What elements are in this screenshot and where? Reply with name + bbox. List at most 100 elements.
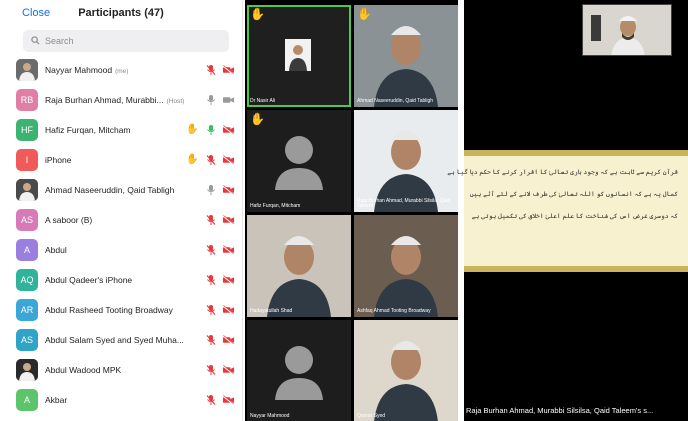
video-off-icon[interactable]	[222, 273, 235, 286]
video-off-icon[interactable]	[222, 183, 235, 196]
mic-icon[interactable]	[204, 183, 217, 196]
participant-row[interactable]: AR Abdul Rasheed Tooting Broadway	[0, 296, 242, 326]
tile-name-label: Hadayatullah Shad	[250, 308, 293, 315]
participant-status-icons: ✋	[186, 123, 235, 136]
tile-name-label: Raja Burhan Ahmad, Murabbi Silsila, Qaid…	[357, 197, 451, 210]
video-off-icon[interactable]	[222, 333, 235, 346]
tile-name-label: Ashfaq Ahmad Tooting Broadway	[357, 308, 431, 315]
search-bar[interactable]	[23, 30, 229, 52]
video-tile[interactable]: Hadayatullah Shad	[247, 215, 351, 317]
participant-name: Raja Burhan Ahmad, Murabbi... (Host)	[45, 95, 193, 105]
participant-name-text: Abdul Rasheed Tooting Broadway	[45, 305, 173, 315]
participants-panel: Close Participants (47) Nayyar Mahmood(m…	[0, 0, 243, 421]
mic-icon[interactable]	[204, 123, 217, 136]
participant-name-text: Akbar	[45, 395, 68, 405]
participant-name: A saboor (B)	[45, 215, 193, 225]
mic-muted-icon[interactable]	[204, 273, 217, 286]
mic-muted-icon[interactable]	[204, 213, 217, 226]
avatar: AQ	[16, 269, 38, 291]
video-off-icon[interactable]	[222, 213, 235, 226]
participant-name: Abdul Rasheed Tooting Broadway	[45, 305, 193, 315]
mic-muted-icon[interactable]	[204, 243, 217, 256]
participant-name: iPhone	[45, 155, 193, 165]
avatar: A	[16, 389, 38, 411]
participant-row[interactable]: AQ Abdul Qadeer's iPhone	[0, 266, 242, 296]
video-off-icon[interactable]	[222, 243, 235, 256]
participant-status-icons: ✋	[186, 153, 235, 166]
video-tile[interactable]: ✋ Ahmad Naseeruddin, Qaid Tabligh	[354, 5, 458, 107]
participant-row[interactable]: A Abdul	[0, 236, 242, 266]
participants-header: Close Participants (47)	[0, 0, 242, 28]
video-tile[interactable]: ✋ Hafiz Furqan, Mitcham	[247, 110, 351, 212]
search-input[interactable]	[45, 36, 215, 46]
participant-row[interactable]: AS A saboor (B)	[0, 206, 242, 236]
mic-muted-icon[interactable]	[204, 333, 217, 346]
participant-role-tag: (me)	[115, 68, 129, 75]
mic-muted-icon[interactable]	[204, 303, 217, 316]
slide-text-line: کہ دوسری غرض اس کی شناخت کا علم اعلیٰ اخ…	[471, 213, 678, 220]
mic-muted-icon[interactable]	[204, 153, 217, 166]
participant-video-image	[354, 320, 458, 421]
participant-row[interactable]: A Akbar	[0, 386, 242, 416]
participant-list: Nayyar Mahmood (me) RB Raja Burhan Ahmad, M…	[0, 56, 242, 416]
video-off-icon[interactable]	[222, 393, 235, 406]
participant-status-icons	[204, 273, 235, 286]
avatar: RB	[16, 89, 38, 111]
video-tile[interactable]: Raja Burhan Ahmad, Murabbi Silsila, Qaid…	[354, 110, 458, 212]
video-off-icon[interactable]	[222, 123, 235, 136]
tile-name-label: Qamar Syed	[357, 413, 386, 420]
participant-row[interactable]: RB Raja Burhan Ahmad, Murabbi... (Host)	[0, 86, 242, 116]
participant-row[interactable]: AS Abdul Salam Syed and Syed Muha...	[0, 326, 242, 356]
participant-status-icons	[204, 393, 235, 406]
mic-muted-icon[interactable]	[204, 363, 217, 376]
participant-row[interactable]: Nayyar Mahmood (me)	[0, 56, 242, 86]
self-view-thumbnail[interactable]	[582, 4, 672, 56]
avatar	[16, 179, 38, 201]
raised-hand-icon: ✋	[186, 153, 199, 165]
avatar	[16, 59, 38, 81]
participant-status-icons	[204, 303, 235, 316]
video-tile[interactable]: Qamar Syed	[354, 320, 458, 421]
avatar	[16, 359, 38, 381]
avatar: HF	[16, 119, 38, 141]
video-off-icon[interactable]	[222, 303, 235, 316]
video-off-icon[interactable]	[222, 363, 235, 376]
participant-status-icons	[204, 363, 235, 376]
participant-row[interactable]: IiPhone ✋	[0, 146, 242, 176]
participant-name-text: Raja Burhan Ahmad, Murabbi...	[45, 95, 164, 105]
participant-video-image	[247, 320, 351, 421]
slide-text-line: کمال یہ ہے کہ انسانوں کو اللہ تعالیٰ کی …	[469, 191, 678, 198]
video-off-icon[interactable]	[222, 63, 235, 76]
raised-hand-icon: ✋	[357, 7, 372, 21]
gallery-view: ✋ Dr Nasir Ali ✋ Ahmad Naseeruddin, Qaid Ta…	[245, 0, 458, 421]
participant-name: Abdul Wadood MPK	[45, 365, 193, 375]
participant-name: Abdul	[45, 245, 193, 255]
tile-name-label: Ahmad Naseeruddin, Qaid Tabligh	[357, 98, 434, 105]
speaker-name-label: Raja Burhan Ahmad, Murabbi Silsilsa, Qai…	[466, 406, 654, 415]
participant-status-icons	[204, 63, 235, 76]
video-tile[interactable]: ✋ Dr Nasir Ali	[247, 5, 351, 107]
participant-status-icons	[204, 93, 235, 106]
participant-status-icons	[204, 243, 235, 256]
participant-row[interactable]: Abdul Wadood MPK	[0, 356, 242, 386]
avatar: AR	[16, 299, 38, 321]
video-icon[interactable]	[222, 93, 235, 106]
participant-status-icons	[204, 183, 235, 196]
mic-icon[interactable]	[204, 93, 217, 106]
slide-text-line: قرآن کریم سے ثابت ہے کہ وجود باری تعالیٰ…	[447, 169, 678, 176]
participant-role-tag: (Host)	[166, 98, 185, 105]
raised-hand-icon: ✋	[250, 7, 265, 21]
mic-muted-icon[interactable]	[204, 393, 217, 406]
video-tile[interactable]: Nayyar Mahmood	[247, 320, 351, 421]
participant-row[interactable]: Ahmad Naseeruddin, Qaid Tabligh	[0, 176, 242, 206]
participant-video-image	[247, 215, 351, 317]
speaker-view: قرآن کریم سے ثابت ہے کہ وجود باری تعالیٰ…	[447, 0, 688, 421]
video-off-icon[interactable]	[222, 153, 235, 166]
video-tile[interactable]: Ashfaq Ahmad Tooting Broadway	[354, 215, 458, 317]
search-icon	[31, 32, 40, 50]
mic-muted-icon[interactable]	[204, 63, 217, 76]
participant-status-icons	[204, 333, 235, 346]
participant-row[interactable]: HF Hafiz Furqan, Mitcham ✋	[0, 116, 242, 146]
participant-name: Hafiz Furqan, Mitcham	[45, 125, 193, 135]
avatar: AS	[16, 329, 38, 351]
